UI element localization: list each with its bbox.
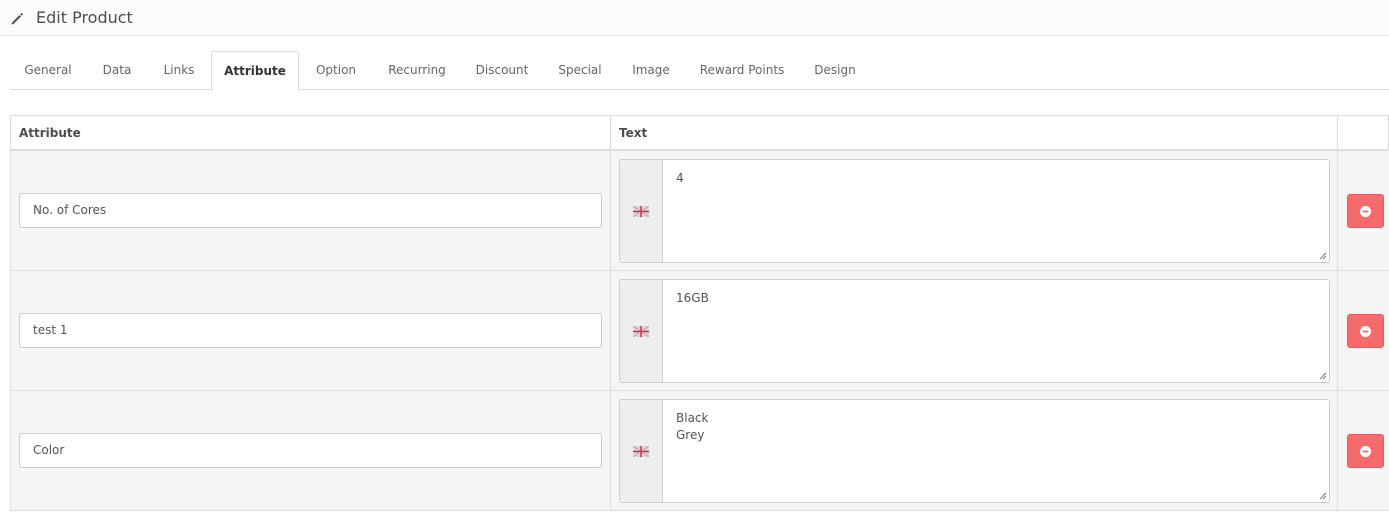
remove-attribute-button[interactable] <box>1347 314 1384 348</box>
tab-image[interactable]: Image <box>617 51 685 90</box>
page-header: Edit Product <box>0 0 1389 36</box>
tab-data[interactable]: Data <box>86 51 148 90</box>
uk-flag-icon <box>633 325 649 337</box>
resize-grip-icon[interactable] <box>1318 251 1327 260</box>
language-addon <box>620 400 663 502</box>
tab-bar: General Data Links Attribute Option Recu… <box>10 51 1389 91</box>
language-addon <box>620 160 663 262</box>
resize-grip-icon[interactable] <box>1318 491 1327 500</box>
tab-general[interactable]: General <box>10 51 86 90</box>
text-cell: 16GB <box>611 271 1338 390</box>
table-row: test 1 16GB <box>10 271 1389 391</box>
remove-attribute-button[interactable] <box>1347 194 1384 228</box>
table-row: No. of Cores 4 <box>10 151 1389 271</box>
attribute-text-textarea[interactable]: Black Grey <box>663 400 1329 502</box>
uk-flag-icon <box>633 445 649 457</box>
attribute-text-textarea[interactable]: 16GB <box>663 280 1329 382</box>
action-cell <box>1338 151 1389 270</box>
attribute-cell: Color <box>11 391 611 510</box>
pencil-icon <box>10 11 24 25</box>
column-header-text: Text <box>611 116 1338 150</box>
attribute-name-input[interactable]: Color <box>19 433 602 468</box>
column-header-action <box>1338 116 1388 150</box>
page-title: Edit Product <box>36 8 133 27</box>
tab-design[interactable]: Design <box>799 51 871 90</box>
attribute-cell: test 1 <box>11 271 611 390</box>
tab-option[interactable]: Option <box>299 51 373 90</box>
table-header: Attribute Text <box>10 115 1389 151</box>
tab-special[interactable]: Special <box>543 51 617 90</box>
attribute-cell: No. of Cores <box>11 151 611 270</box>
minus-circle-icon <box>1360 325 1371 337</box>
minus-circle-icon <box>1360 445 1371 457</box>
attribute-name-input[interactable]: No. of Cores <box>19 193 602 228</box>
language-addon <box>620 280 663 382</box>
tab-recurring[interactable]: Recurring <box>373 51 461 90</box>
tab-reward-points[interactable]: Reward Points <box>685 51 799 90</box>
attribute-text-group: Black Grey <box>619 399 1330 503</box>
uk-flag-icon <box>633 205 649 217</box>
resize-grip-icon[interactable] <box>1318 371 1327 380</box>
text-cell: Black Grey <box>611 391 1338 510</box>
action-cell <box>1338 271 1389 390</box>
attribute-text-textarea[interactable]: 4 <box>663 160 1329 262</box>
attribute-text-group: 16GB <box>619 279 1330 383</box>
attribute-name-input[interactable]: test 1 <box>19 313 602 348</box>
tab-discount[interactable]: Discount <box>461 51 543 90</box>
text-cell: 4 <box>611 151 1338 270</box>
table-row: Color Black Grey <box>10 391 1389 511</box>
tab-attribute[interactable]: Attribute <box>211 51 299 91</box>
minus-circle-icon <box>1360 205 1371 217</box>
remove-attribute-button[interactable] <box>1347 434 1384 468</box>
action-cell <box>1338 391 1389 510</box>
attribute-text-group: 4 <box>619 159 1330 263</box>
column-header-attribute: Attribute <box>11 116 611 150</box>
tab-links[interactable]: Links <box>148 51 210 90</box>
